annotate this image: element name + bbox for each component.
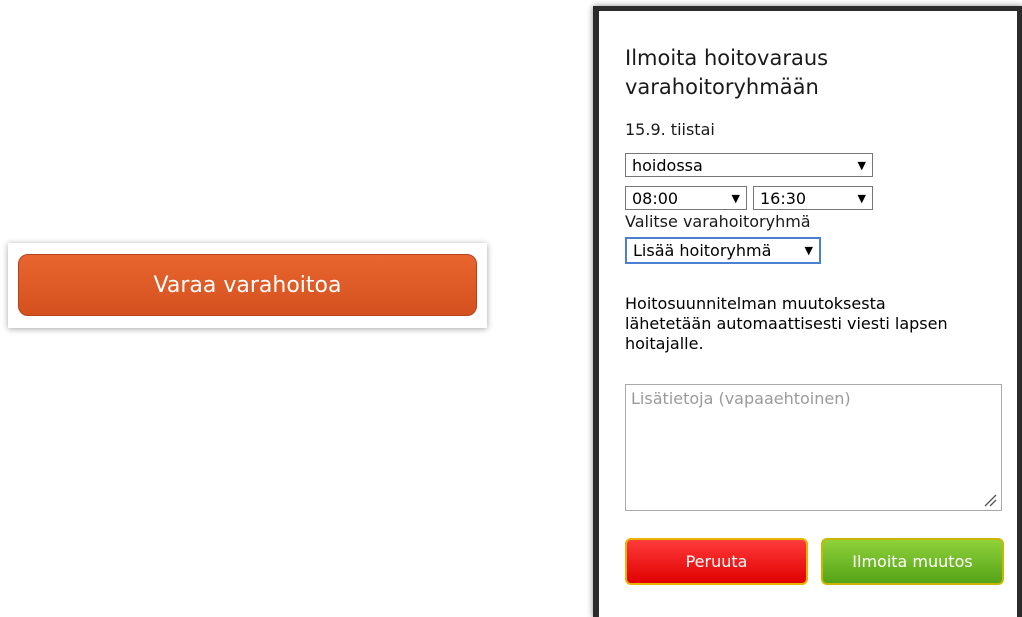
- cancel-button[interactable]: Peruuta: [625, 538, 808, 585]
- chevron-down-icon: ▼: [857, 191, 866, 205]
- resize-grip-icon[interactable]: [983, 493, 997, 507]
- stage: Varaa varahoitoa Ilmoita hoitovaraus var…: [0, 0, 1022, 617]
- end-time-select[interactable]: 16:30 ▼: [753, 186, 873, 210]
- additional-info-placeholder: Lisätietoja (vapaaehtoinen): [631, 389, 851, 408]
- backup-group-value: Lisää hoitoryhmä: [633, 241, 772, 260]
- chevron-down-icon: ▼: [804, 244, 813, 257]
- care-status-value: hoidossa: [632, 155, 703, 175]
- dialog-date: 15.9. tiistai: [625, 120, 715, 139]
- chevron-down-icon: ▼: [731, 191, 740, 205]
- backup-group-select[interactable]: Lisää hoitoryhmä ▼: [625, 237, 821, 264]
- end-time-value: 16:30: [760, 188, 807, 208]
- submit-button-label: Ilmoita muutos: [852, 552, 973, 571]
- reserve-backup-care-button[interactable]: Varaa varahoitoa: [18, 254, 477, 316]
- additional-info-textarea[interactable]: Lisätietoja (vapaaehtoinen): [625, 384, 1002, 511]
- care-reservation-dialog: Ilmoita hoitovaraus varahoitoryhmään 15.…: [593, 6, 1022, 617]
- notification-notice: Hoitosuunnitelman muutoksesta lähetetään…: [625, 294, 948, 353]
- dialog-title: Ilmoita hoitovaraus varahoitoryhmään: [625, 46, 829, 99]
- reserve-button-label: Varaa varahoitoa: [153, 272, 342, 298]
- submit-change-button[interactable]: Ilmoita muutos: [821, 538, 1004, 585]
- care-status-select[interactable]: hoidossa ▼: [625, 153, 873, 177]
- cancel-button-label: Peruuta: [685, 552, 748, 571]
- reserve-card: Varaa varahoitoa: [8, 243, 487, 328]
- start-time-value: 08:00: [632, 188, 679, 208]
- start-time-select[interactable]: 08:00 ▼: [625, 186, 747, 210]
- group-select-label: Valitse varahoitoryhmä: [625, 212, 811, 231]
- chevron-down-icon: ▼: [857, 158, 866, 172]
